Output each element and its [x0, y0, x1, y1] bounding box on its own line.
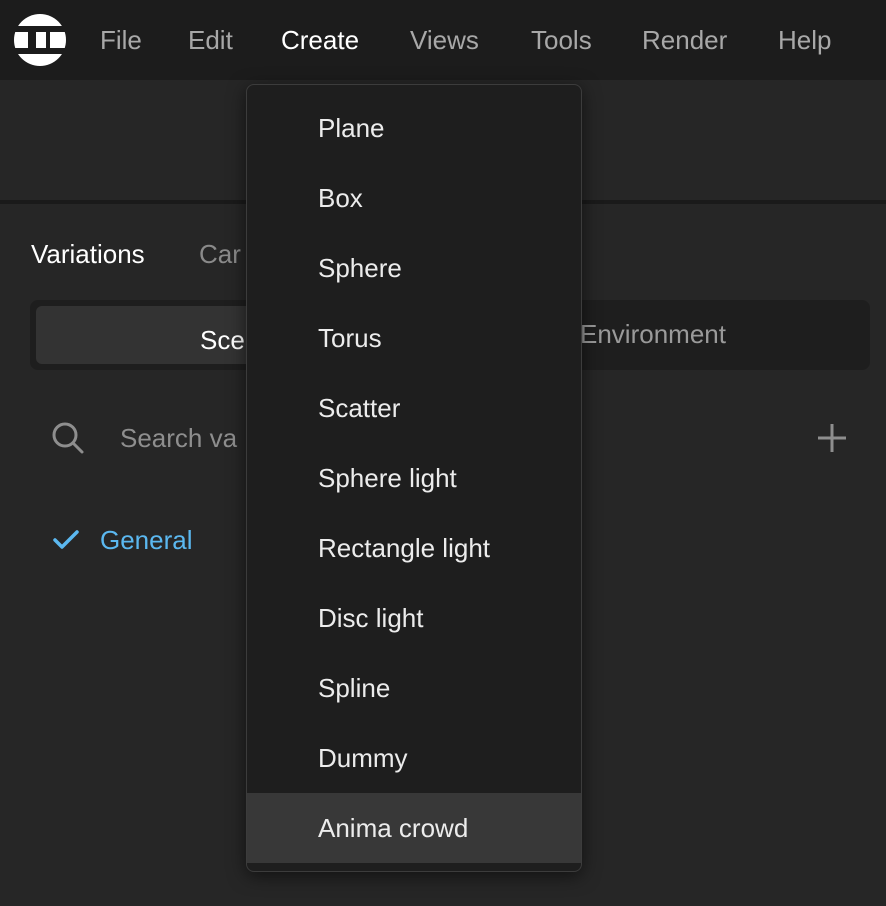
check-icon [52, 528, 80, 552]
menu-item-dummy[interactable]: Dummy [247, 723, 581, 793]
menu-file[interactable]: File [100, 22, 142, 58]
menu-item-label: Rectangle light [318, 533, 490, 563]
menu-create[interactable]: Create [281, 22, 359, 58]
create-dropdown-menu: Plane Box Sphere Torus Scatter Sphere li… [246, 84, 582, 872]
menu-tools[interactable]: Tools [531, 22, 592, 58]
menu-item-disc-light[interactable]: Disc light [247, 583, 581, 653]
menu-item-label: Disc light [318, 603, 424, 633]
menu-views[interactable]: Views [410, 22, 479, 58]
menu-item-plane[interactable]: Plane [247, 93, 581, 163]
menu-edit[interactable]: Edit [188, 22, 233, 58]
tab-variations[interactable]: Variations [31, 236, 145, 272]
menu-item-label: Torus [318, 323, 382, 353]
search-icon [50, 420, 86, 456]
menu-render[interactable]: Render [642, 22, 727, 58]
menu-item-label: Plane [318, 113, 385, 143]
menu-item-anima-crowd[interactable]: Anima crowd [247, 793, 581, 863]
segment-scene-label: Sce [200, 325, 245, 355]
menubar: File Edit Create Views Tools Render Help [0, 0, 886, 80]
menu-item-label: Box [318, 183, 363, 213]
menu-item-label: Sphere light [318, 463, 457, 493]
menu-item-spline[interactable]: Spline [247, 653, 581, 723]
menu-item-box[interactable]: Box [247, 163, 581, 233]
menu-help[interactable]: Help [778, 22, 831, 58]
menu-item-label: Dummy [318, 743, 408, 773]
variation-label: General [100, 525, 193, 555]
menu-item-label: Scatter [318, 393, 401, 423]
menu-item-label: Sphere [318, 253, 402, 283]
menu-item-sphere[interactable]: Sphere [247, 233, 581, 303]
menu-item-scatter[interactable]: Scatter [247, 373, 581, 443]
app-logo-icon[interactable] [12, 14, 68, 66]
tab-car[interactable]: Car [199, 236, 241, 272]
plus-icon[interactable] [814, 420, 850, 456]
menu-item-label: Spline [318, 673, 391, 703]
segment-environment[interactable]: Environment [580, 316, 726, 352]
menu-item-sphere-light[interactable]: Sphere light [247, 443, 581, 513]
menu-item-torus[interactable]: Torus [247, 303, 581, 373]
variation-item-general[interactable]: General [48, 520, 248, 564]
menu-item-rectangle-light[interactable]: Rectangle light [247, 513, 581, 583]
menu-item-label: Anima crowd [318, 813, 469, 843]
